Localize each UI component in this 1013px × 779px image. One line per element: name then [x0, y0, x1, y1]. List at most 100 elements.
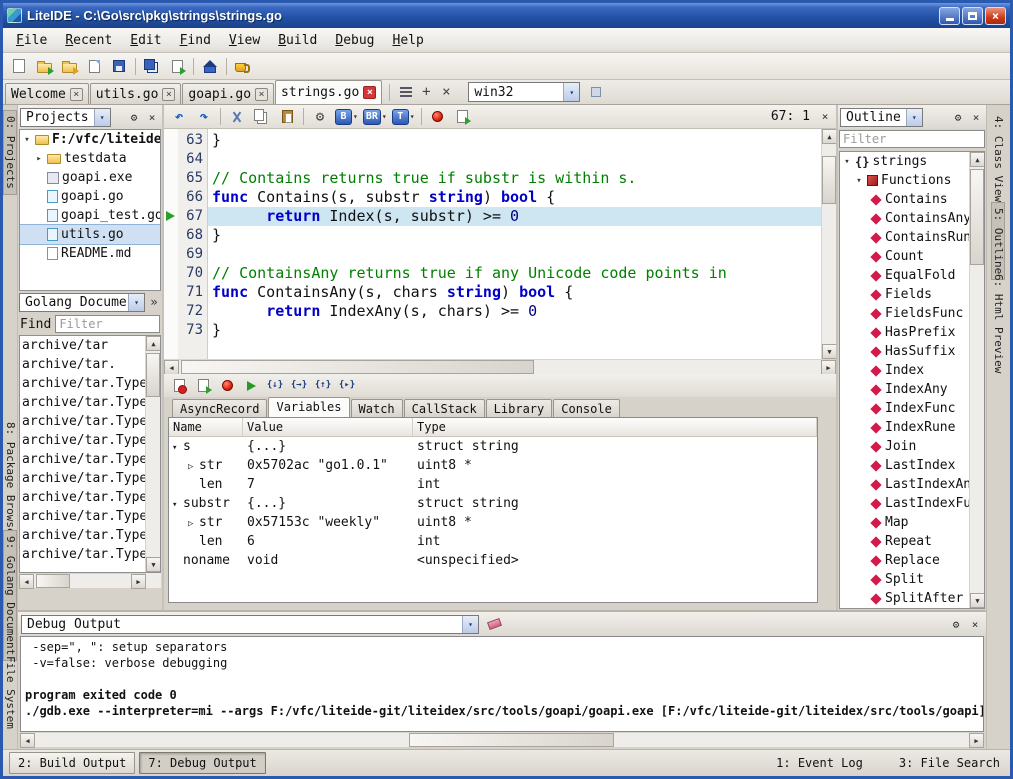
- outline-item-replace[interactable]: Replace: [840, 551, 969, 570]
- side-tab-6-html-preview[interactable]: 6: Html Preview: [992, 269, 1004, 378]
- save-all-button[interactable]: [140, 55, 164, 77]
- outline-root[interactable]: ▾{}strings: [840, 152, 969, 171]
- code-line[interactable]: }: [212, 131, 821, 150]
- status-button-7-debug-output[interactable]: 7: Debug Output: [139, 752, 265, 774]
- expander-icon[interactable]: ▾: [172, 497, 183, 513]
- scroll-left-icon[interactable]: ◀: [19, 574, 34, 589]
- paste-button[interactable]: [275, 107, 299, 127]
- export-button[interactable]: [165, 55, 189, 77]
- outline-item-containsrune[interactable]: ContainsRune: [840, 228, 969, 247]
- scroll-left-icon[interactable]: ◀: [164, 360, 179, 375]
- expander-icon[interactable]: ▾: [22, 135, 32, 145]
- scrollbar-thumb[interactable]: [822, 156, 836, 204]
- close-button[interactable]: ×: [985, 7, 1006, 25]
- menu-find[interactable]: Find: [171, 30, 220, 51]
- doc-item[interactable]: archive/tar.TypeDir: [20, 431, 145, 450]
- code-line[interactable]: func Contains(s, substr string) bool {: [212, 188, 821, 207]
- outline-vertical-scrollbar[interactable]: ▲ ▼: [969, 152, 984, 608]
- variable-row[interactable]: ▾s{...}struct string: [169, 437, 817, 456]
- menu-view[interactable]: View: [220, 30, 269, 51]
- open-project-button[interactable]: [57, 55, 81, 77]
- debug-file-button[interactable]: [451, 107, 475, 127]
- build-config-button[interactable]: [231, 55, 255, 77]
- scroll-up-icon[interactable]: ▲: [970, 152, 985, 167]
- code-line[interactable]: [212, 245, 821, 264]
- scroll-left-icon[interactable]: ◀: [20, 733, 35, 748]
- title-bar[interactable]: LiteIDE - C:\Go\src\pkg\strings\strings.…: [3, 3, 1010, 28]
- minimize-button[interactable]: [939, 7, 960, 25]
- debug-tab-library[interactable]: Library: [486, 399, 553, 417]
- outline-item-indexfunc[interactable]: IndexFunc: [840, 399, 969, 418]
- build-menu-button[interactable]: B▾: [333, 107, 360, 127]
- output-select[interactable]: Debug Output ▾: [21, 615, 479, 634]
- side-tab-5-outline[interactable]: 5: Outline: [992, 203, 1004, 279]
- tab-close-icon[interactable]: ×: [255, 88, 268, 101]
- outline-item-map[interactable]: Map: [840, 513, 969, 532]
- doc-item[interactable]: archive/tar.: [20, 355, 145, 374]
- doc-item[interactable]: archive/tar.TypeCo: [20, 412, 145, 431]
- expander-icon[interactable]: ▷: [188, 459, 199, 475]
- outline-item-lastindexany[interactable]: LastIndexAny: [840, 475, 969, 494]
- outline-item-split[interactable]: Split: [840, 570, 969, 589]
- open-folder-button[interactable]: [32, 55, 56, 77]
- close-icon[interactable]: ×: [968, 109, 984, 125]
- step-out-button[interactable]: {↑}: [312, 376, 334, 396]
- outline-group-functions[interactable]: ▾Functions: [840, 171, 969, 190]
- doc-item[interactable]: archive/tar.TypeBlo: [20, 374, 145, 393]
- outline-item-lastindexfunc[interactable]: LastIndexFunc: [840, 494, 969, 513]
- scrollbar-thumb[interactable]: [146, 353, 160, 397]
- outline-item-hasprefix[interactable]: HasPrefix: [840, 323, 969, 342]
- outline-item-contains[interactable]: Contains: [840, 190, 969, 209]
- scrollbar-thumb[interactable]: [36, 574, 70, 588]
- env-settings-button[interactable]: [586, 82, 606, 102]
- scroll-up-icon[interactable]: ▲: [146, 336, 161, 351]
- code-line[interactable]: // ContainsAny returns true if any Unico…: [212, 264, 821, 283]
- code-line[interactable]: }: [212, 226, 821, 245]
- variable-row[interactable]: len6int: [169, 532, 817, 551]
- editor-horizontal-scrollbar[interactable]: ◀ ▶: [164, 359, 836, 374]
- tab-welcome[interactable]: Welcome×: [5, 83, 89, 104]
- status-button-2-build-output[interactable]: 2: Build Output: [9, 752, 135, 774]
- code-line[interactable]: // Contains returns true if substr is wi…: [212, 169, 821, 188]
- run-to-line-button[interactable]: {▸}: [336, 376, 358, 396]
- tree-item-goapi-test-go[interactable]: goapi_test.go: [20, 206, 160, 225]
- outline-item-hassuffix[interactable]: HasSuffix: [840, 342, 969, 361]
- close-icon[interactable]: ×: [967, 616, 983, 632]
- find-input[interactable]: [55, 315, 160, 333]
- step-over-button[interactable]: {→}: [288, 376, 310, 396]
- insert-breakpoint-button[interactable]: [216, 376, 238, 396]
- doc-item[interactable]: archive/tar.TypeReg: [20, 488, 145, 507]
- code-line[interactable]: func ContainsAny(s, chars string) bool {: [212, 283, 821, 302]
- scroll-right-icon[interactable]: ▶: [131, 574, 146, 589]
- new-file-button[interactable]: [7, 55, 31, 77]
- side-tab-4-class-view[interactable]: 4: Class View: [992, 111, 1004, 207]
- build-settings-button[interactable]: ⚙: [308, 107, 332, 127]
- open-file-button[interactable]: [82, 55, 106, 77]
- tab-list-button[interactable]: [396, 82, 416, 102]
- debug-tab-variables[interactable]: Variables: [268, 397, 349, 417]
- variable-row[interactable]: ▷str0x57153c "weekly"uint8 *: [169, 513, 817, 532]
- stop-debug-button[interactable]: [168, 376, 190, 396]
- debug-tab-asyncrecord[interactable]: AsyncRecord: [172, 399, 267, 417]
- tab-close-icon[interactable]: ×: [70, 88, 83, 101]
- code-editor[interactable]: 6364656667686970717273 } // Contains ret…: [164, 129, 836, 359]
- doc-item[interactable]: archive/tar.TypeSyn: [20, 526, 145, 545]
- scroll-right-icon[interactable]: ▶: [821, 360, 836, 375]
- maximize-button[interactable]: [962, 7, 983, 25]
- output-horizontal-scrollbar[interactable]: ◀ ▶: [20, 732, 984, 747]
- outline-item-fields[interactable]: Fields: [840, 285, 969, 304]
- side-tab-8-package-browser[interactable]: 8: Package Browser: [4, 417, 16, 546]
- golang-document-select[interactable]: Golang Document ▾: [19, 293, 145, 312]
- outline-filter-input[interactable]: [839, 130, 985, 148]
- menu-help[interactable]: Help: [384, 30, 433, 51]
- editor-close-icon[interactable]: ×: [817, 109, 833, 125]
- tree-item-utils-go[interactable]: utils.go: [20, 225, 160, 244]
- add-tab-button[interactable]: +: [416, 82, 436, 102]
- variable-row[interactable]: len7int: [169, 475, 817, 494]
- copy-button[interactable]: [250, 107, 274, 127]
- doc-item[interactable]: archive/tar.TypeReg: [20, 507, 145, 526]
- tree-item-readme-md[interactable]: README.md: [20, 244, 160, 263]
- scrollbar-thumb[interactable]: [970, 169, 984, 265]
- projects-select[interactable]: Projects ▾: [20, 108, 111, 127]
- outline-item-indexrune[interactable]: IndexRune: [840, 418, 969, 437]
